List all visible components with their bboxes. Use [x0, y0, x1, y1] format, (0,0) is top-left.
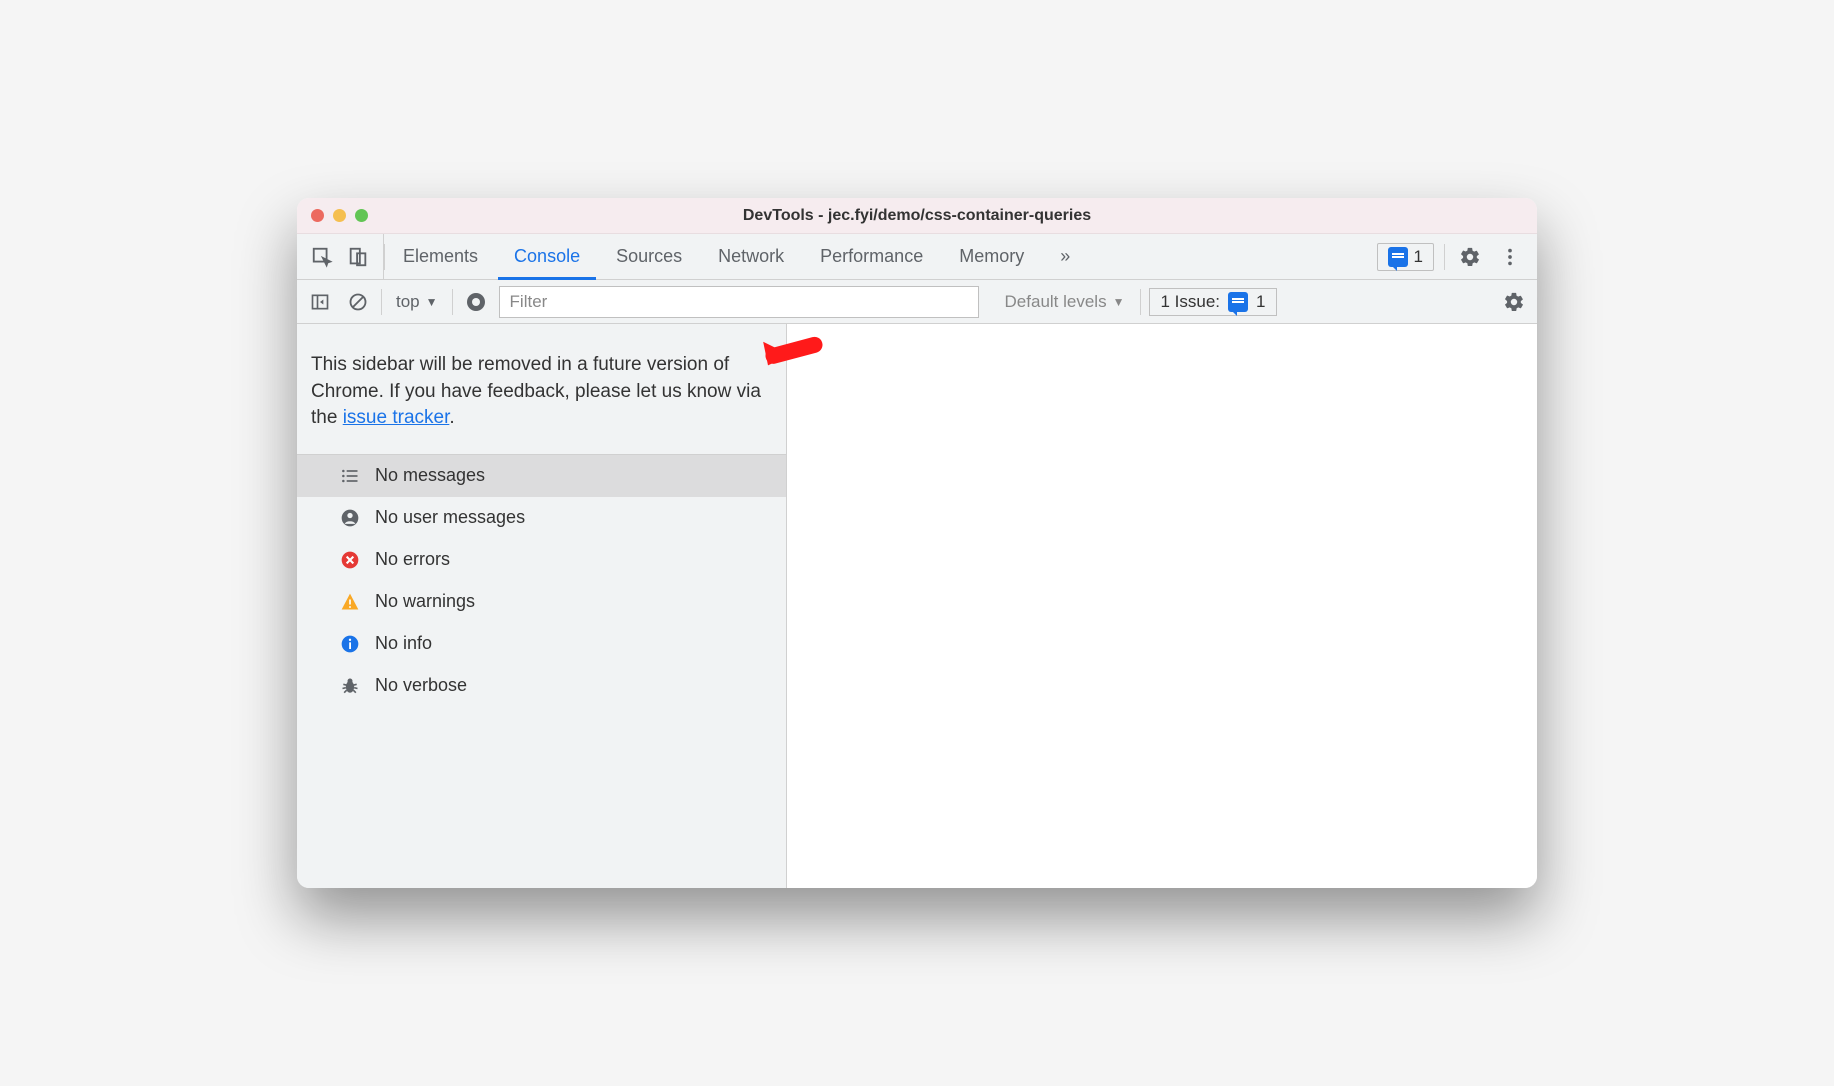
toggle-sidebar-icon[interactable]: [305, 287, 335, 317]
tab-elements[interactable]: Elements: [385, 234, 496, 279]
filter-errors[interactable]: No errors: [297, 539, 786, 581]
clear-console-icon[interactable]: [343, 287, 373, 317]
filter-label: No warnings: [375, 591, 475, 612]
window-title: DevTools - jec.fyi/demo/css-container-qu…: [297, 207, 1537, 225]
filter-label: No messages: [375, 465, 485, 486]
console-settings-icon[interactable]: [1499, 287, 1529, 317]
tabbar-right: 1: [1365, 242, 1537, 272]
chevron-down-icon: ▼: [1113, 295, 1125, 309]
list-icon: [339, 465, 361, 487]
filter-info[interactable]: No info: [297, 623, 786, 665]
warning-icon: [339, 591, 361, 613]
issues-label: 1 Issue:: [1160, 292, 1220, 312]
deprecation-notice: This sidebar will be removed in a future…: [297, 324, 786, 455]
titlebar: DevTools - jec.fyi/demo/css-container-qu…: [297, 198, 1537, 234]
filter-label: No verbose: [375, 675, 467, 696]
console-body: This sidebar will be removed in a future…: [297, 324, 1537, 888]
filter-label: No info: [375, 633, 432, 654]
message-icon: [1228, 292, 1248, 312]
issues-badge[interactable]: 1: [1377, 243, 1434, 271]
issues-count: 1: [1414, 247, 1423, 267]
levels-label: Default levels: [1005, 292, 1107, 312]
filter-label: No user messages: [375, 507, 525, 528]
device-toolbar-icon[interactable]: [343, 242, 373, 272]
tab-network[interactable]: Network: [700, 234, 802, 279]
console-toolbar: top ▼ Default levels ▼ 1 Issue: 1: [297, 280, 1537, 324]
issues-count: 1: [1256, 292, 1265, 312]
issues-button[interactable]: 1 Issue: 1: [1149, 288, 1276, 316]
console-sidebar: This sidebar will be removed in a future…: [297, 324, 787, 888]
live-expression-icon[interactable]: [461, 287, 491, 317]
tab-sources[interactable]: Sources: [598, 234, 700, 279]
inspect-element-icon[interactable]: [307, 242, 337, 272]
separator: [1140, 289, 1141, 315]
tabs-container: Elements Console Sources Network Perform…: [385, 234, 1088, 279]
issue-tracker-link[interactable]: issue tracker: [343, 407, 450, 428]
filter-warnings[interactable]: No warnings: [297, 581, 786, 623]
tab-performance[interactable]: Performance: [802, 234, 941, 279]
chevron-down-icon: ▼: [426, 295, 438, 309]
filter-user-messages[interactable]: No user messages: [297, 497, 786, 539]
filter-input[interactable]: [499, 286, 979, 318]
separator: [381, 289, 382, 315]
tab-memory[interactable]: Memory: [941, 234, 1042, 279]
message-icon: [1388, 247, 1408, 267]
main-tabbar: Elements Console Sources Network Perform…: [297, 234, 1537, 280]
separator: [452, 289, 453, 315]
filter-messages[interactable]: No messages: [297, 455, 786, 497]
console-output[interactable]: ›: [787, 324, 1537, 888]
separator: [1444, 244, 1445, 270]
user-icon: [339, 507, 361, 529]
kebab-menu-icon[interactable]: [1495, 242, 1525, 272]
console-prompt: ›: [801, 334, 808, 356]
tabbar-tools: [297, 234, 384, 279]
context-selector[interactable]: top ▼: [390, 292, 444, 312]
bug-icon: [339, 675, 361, 697]
filter-label: No errors: [375, 549, 450, 570]
error-icon: [339, 549, 361, 571]
context-label: top: [396, 292, 420, 312]
devtools-window: DevTools - jec.fyi/demo/css-container-qu…: [297, 198, 1537, 888]
filter-verbose[interactable]: No verbose: [297, 665, 786, 707]
notice-period: .: [449, 407, 454, 428]
levels-dropdown[interactable]: Default levels ▼: [997, 292, 1133, 312]
filter-list: No messages No user messages No errors: [297, 455, 786, 707]
tabs-overflow[interactable]: »: [1042, 234, 1088, 279]
tab-console[interactable]: Console: [496, 234, 598, 279]
settings-icon[interactable]: [1455, 242, 1485, 272]
info-icon: [339, 633, 361, 655]
